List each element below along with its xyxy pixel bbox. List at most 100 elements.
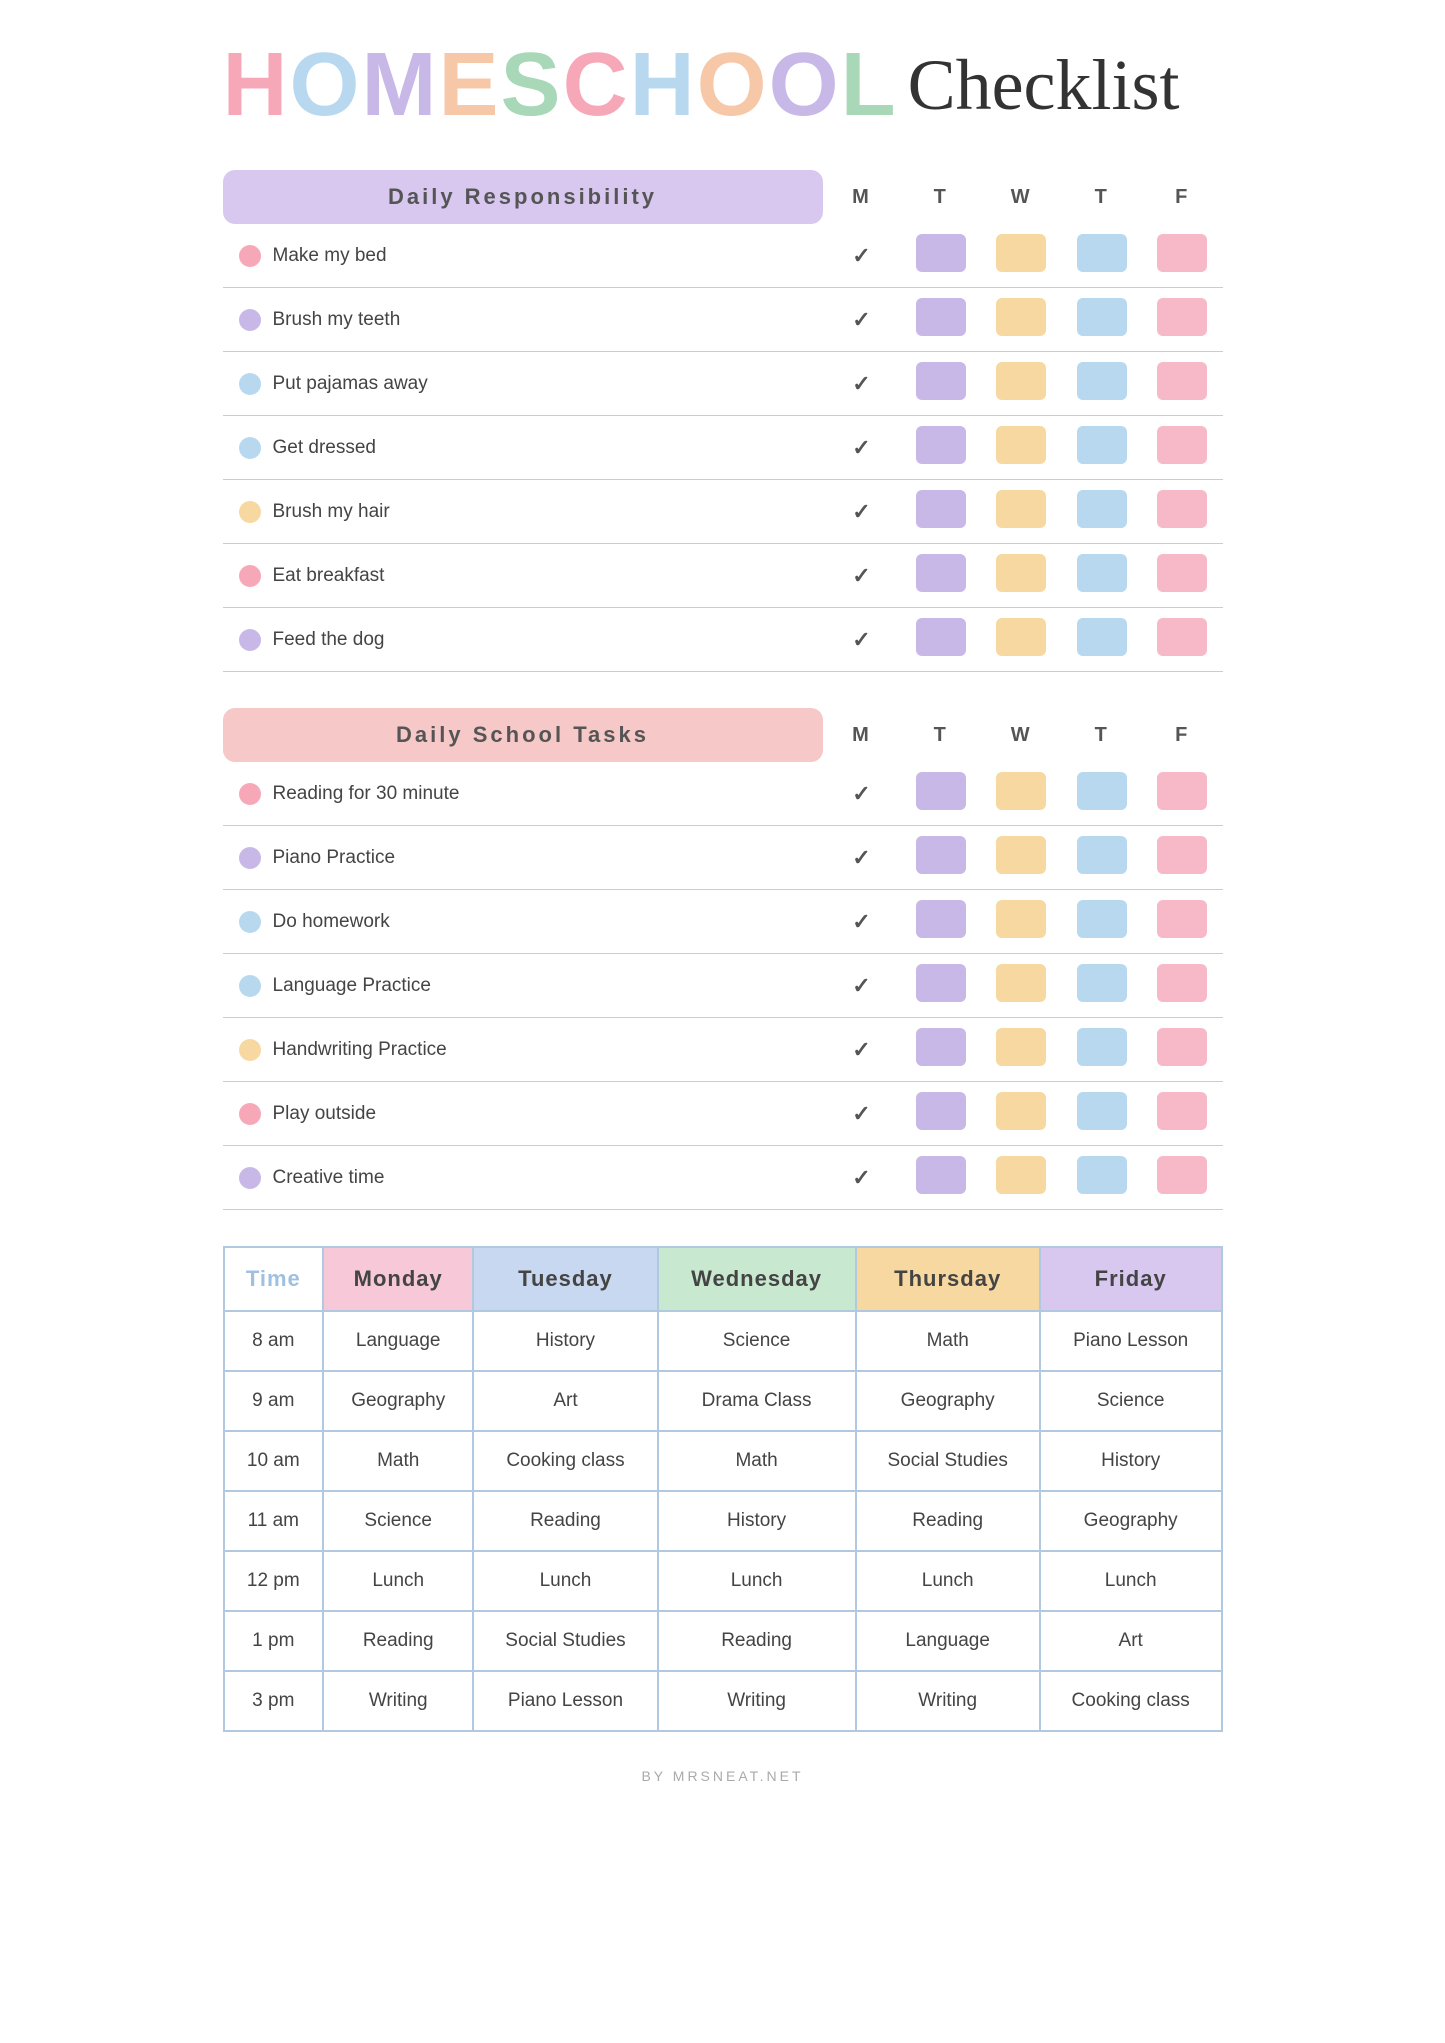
color-box-W[interactable] — [981, 762, 1062, 826]
check-monday[interactable]: ✓ — [823, 352, 901, 416]
schedule-cell-fri: Piano Lesson — [1040, 1311, 1222, 1371]
color-box-W[interactable] — [981, 288, 1062, 352]
color-box-T[interactable] — [900, 1018, 981, 1082]
check-monday[interactable]: ✓ — [823, 480, 901, 544]
color-box-W[interactable] — [981, 890, 1062, 954]
schedule-cell-mon: Lunch — [323, 1551, 473, 1611]
color-box-T2[interactable] — [1061, 416, 1142, 480]
color-box-F[interactable] — [1142, 1146, 1223, 1210]
schedule-cell-thu: Writing — [856, 1671, 1040, 1731]
color-box-T[interactable] — [900, 1082, 981, 1146]
schedule-cell-tue: Social Studies — [473, 1611, 657, 1671]
color-box-W[interactable] — [981, 416, 1062, 480]
check-monday[interactable]: ✓ — [823, 1146, 901, 1210]
color-box-F[interactable] — [1142, 480, 1223, 544]
check-monday[interactable]: ✓ — [823, 1082, 901, 1146]
checkmark-icon: ✓ — [852, 781, 870, 806]
color-box-F[interactable] — [1142, 352, 1223, 416]
schedule-cell-time: 11 am — [224, 1491, 324, 1551]
item-label: Creative time — [273, 1167, 385, 1189]
color-box-T[interactable] — [900, 826, 981, 890]
color-box-T2[interactable] — [1061, 224, 1142, 288]
color-box-W[interactable] — [981, 544, 1062, 608]
color-box-icon — [916, 964, 966, 1002]
color-box-T[interactable] — [900, 1146, 981, 1210]
color-box-F[interactable] — [1142, 288, 1223, 352]
color-box-F[interactable] — [1142, 762, 1223, 826]
color-box-T2[interactable] — [1061, 608, 1142, 672]
schedule-cell-time: 9 am — [224, 1371, 324, 1431]
check-monday[interactable]: ✓ — [823, 890, 901, 954]
schedule-cell-tue: Piano Lesson — [473, 1671, 657, 1731]
color-box-T2[interactable] — [1061, 288, 1142, 352]
check-monday[interactable]: ✓ — [823, 544, 901, 608]
color-box-F[interactable] — [1142, 890, 1223, 954]
color-box-T2[interactable] — [1061, 890, 1142, 954]
color-box-W[interactable] — [981, 352, 1062, 416]
color-box-T[interactable] — [900, 288, 981, 352]
color-box-W[interactable] — [981, 608, 1062, 672]
color-box-T2[interactable] — [1061, 1082, 1142, 1146]
check-monday[interactable]: ✓ — [823, 288, 901, 352]
color-box-T[interactable] — [900, 480, 981, 544]
color-box-T[interactable] — [900, 608, 981, 672]
color-box-T[interactable] — [900, 890, 981, 954]
color-box-T[interactable] — [900, 954, 981, 1018]
resp-day-W: W — [981, 170, 1062, 224]
color-box-icon — [916, 1092, 966, 1130]
check-monday[interactable]: ✓ — [823, 1018, 901, 1082]
check-monday[interactable]: ✓ — [823, 608, 901, 672]
color-box-W[interactable] — [981, 1018, 1062, 1082]
color-box-F[interactable] — [1142, 544, 1223, 608]
list-item: Make my bed ✓ — [223, 224, 1223, 288]
color-box-icon — [916, 554, 966, 592]
color-box-T2[interactable] — [1061, 1146, 1142, 1210]
list-item: Play outside ✓ — [223, 1082, 1223, 1146]
checkmark-icon: ✓ — [852, 845, 870, 870]
color-box-T2[interactable] — [1061, 352, 1142, 416]
color-box-icon — [996, 554, 1046, 592]
color-box-T2[interactable] — [1061, 954, 1142, 1018]
list-item: Get dressed ✓ — [223, 416, 1223, 480]
schedule-cell-mon: Language — [323, 1311, 473, 1371]
color-box-icon — [1157, 1156, 1207, 1194]
color-box-W[interactable] — [981, 1082, 1062, 1146]
check-monday[interactable]: ✓ — [823, 826, 901, 890]
color-box-T[interactable] — [900, 762, 981, 826]
color-box-T[interactable] — [900, 352, 981, 416]
check-monday[interactable]: ✓ — [823, 416, 901, 480]
color-box-F[interactable] — [1142, 954, 1223, 1018]
checkmark-icon: ✓ — [852, 243, 870, 268]
color-box-T2[interactable] — [1061, 544, 1142, 608]
color-box-T2[interactable] — [1061, 762, 1142, 826]
th-wednesday: Wednesday — [658, 1247, 856, 1311]
color-box-F[interactable] — [1142, 826, 1223, 890]
color-box-W[interactable] — [981, 1146, 1062, 1210]
color-box-T2[interactable] — [1061, 1018, 1142, 1082]
color-box-F[interactable] — [1142, 416, 1223, 480]
color-box-T2[interactable] — [1061, 480, 1142, 544]
color-box-T[interactable] — [900, 224, 981, 288]
color-box-icon — [1157, 234, 1207, 272]
check-monday[interactable]: ✓ — [823, 762, 901, 826]
color-box-icon — [996, 1156, 1046, 1194]
school-day-T1: T — [900, 708, 981, 762]
check-monday[interactable]: ✓ — [823, 224, 901, 288]
color-box-F[interactable] — [1142, 608, 1223, 672]
color-box-F[interactable] — [1142, 1082, 1223, 1146]
color-box-icon — [1077, 618, 1127, 656]
color-box-F[interactable] — [1142, 224, 1223, 288]
color-box-F[interactable] — [1142, 1018, 1223, 1082]
item-label-cell: Feed the dog — [223, 608, 823, 672]
item-label-cell: Put pajamas away — [223, 352, 823, 416]
check-monday[interactable]: ✓ — [823, 954, 901, 1018]
color-box-T[interactable] — [900, 416, 981, 480]
schedule-cell-wed: Drama Class — [658, 1371, 856, 1431]
color-box-W[interactable] — [981, 480, 1062, 544]
color-box-T2[interactable] — [1061, 826, 1142, 890]
color-box-W[interactable] — [981, 954, 1062, 1018]
color-box-T[interactable] — [900, 544, 981, 608]
color-box-W[interactable] — [981, 224, 1062, 288]
color-box-W[interactable] — [981, 826, 1062, 890]
table-row: 9 amGeographyArtDrama ClassGeographyScie… — [224, 1371, 1222, 1431]
